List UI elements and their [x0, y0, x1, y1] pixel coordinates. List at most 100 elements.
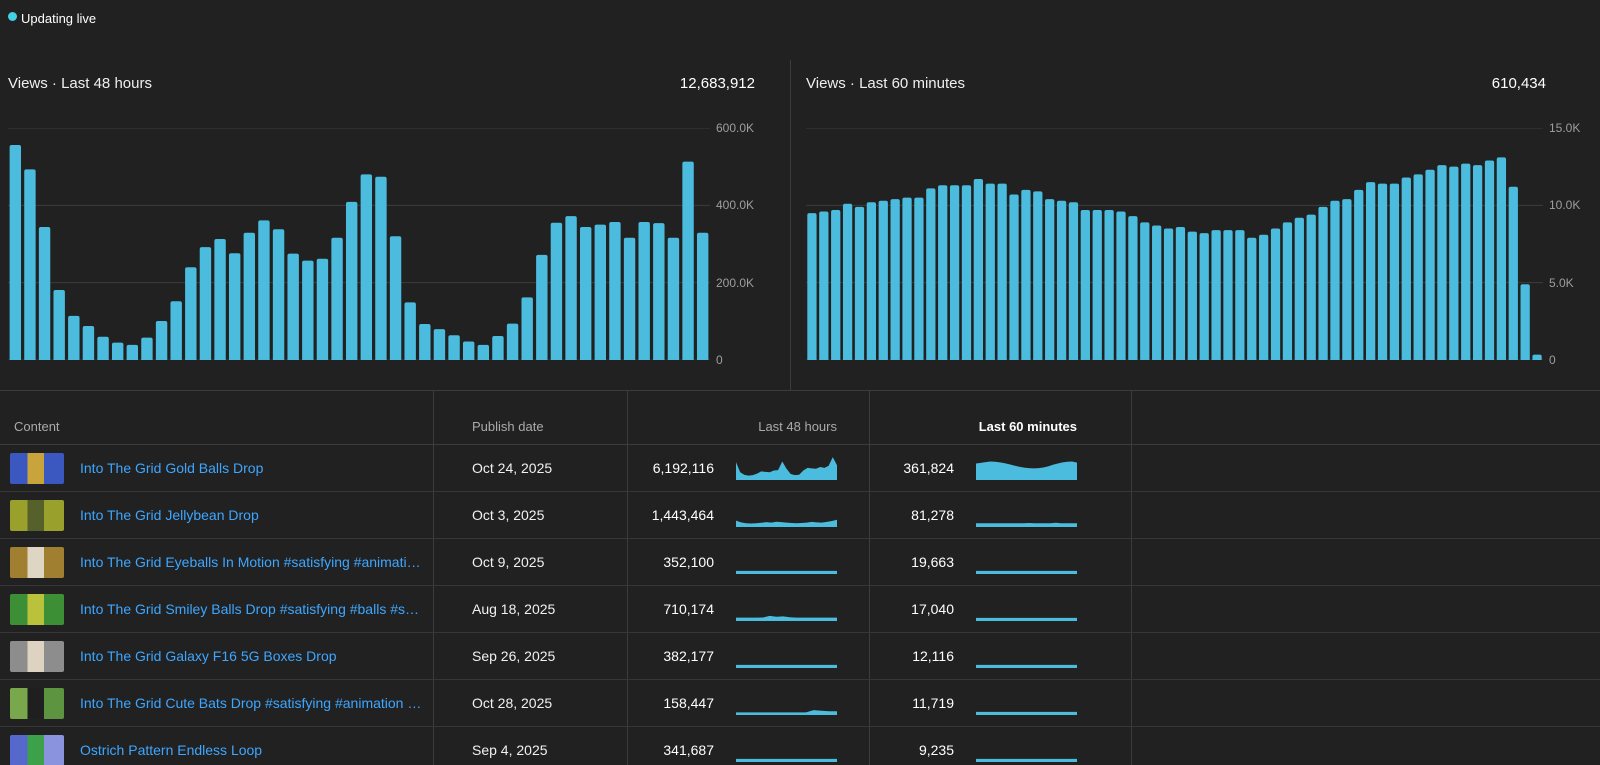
video-thumbnail[interactable] [10, 452, 64, 484]
chart-body-60m: 15.0K 10.0K 5.0K 0 [806, 121, 1580, 367]
views-60m-cell: 19,663 [870, 539, 1132, 585]
views-48h-value: 341,687 [663, 742, 714, 758]
video-thumbnail[interactable] [10, 687, 64, 719]
content-cell: Into The Grid Cute Bats Drop #satisfying… [0, 680, 434, 726]
sparkline-48h [736, 710, 837, 715]
video-title-link[interactable]: Into The Grid Eyeballs In Motion #satisf… [80, 554, 427, 570]
table-row: Into The Grid Eyeballs In Motion #satisf… [0, 539, 1600, 586]
empty-cell [1132, 539, 1600, 585]
publish-date: Aug 18, 2025 [434, 586, 628, 632]
video-title-link[interactable]: Into The Grid Jellybean Drop [80, 507, 259, 523]
video-title-link[interactable]: Into The Grid Cute Bats Drop #satisfying… [80, 695, 427, 711]
table-row: Into The Grid Galaxy F16 5G Boxes Drop S… [0, 633, 1600, 680]
empty-cell [1132, 492, 1600, 538]
bar-chart-60m[interactable] [806, 128, 1543, 360]
sparkline-60m [976, 711, 1077, 715]
y-tick-label: 10.0K [1549, 198, 1581, 213]
table-row: Into The Grid Gold Balls Drop Oct 24, 20… [0, 445, 1600, 492]
publish-date: Oct 24, 2025 [434, 445, 628, 491]
publish-date: Oct 3, 2025 [434, 492, 628, 538]
sparkline-48h [736, 519, 837, 527]
video-title-link[interactable]: Ostrich Pattern Endless Loop [80, 742, 262, 758]
column-header-empty [1132, 391, 1600, 444]
y-tick-label: 0 [716, 353, 723, 367]
chart-body-48h: 600.0K 400.0K 200.0K 0 [8, 121, 755, 367]
y-tick-label: 400.0K [716, 198, 755, 213]
chart-title-60m: Views · Last 60 minutes [806, 75, 965, 92]
y-axis-labels-60m: 15.0K 10.0K 5.0K 0 [1543, 121, 1600, 367]
chart-total-60m: 610,434 [1491, 75, 1546, 92]
content-cell: Into The Grid Galaxy F16 5G Boxes Drop [0, 633, 434, 679]
chart-total-48h: 12,683,912 [679, 75, 755, 92]
live-indicator: Updating live [8, 11, 96, 26]
content-cell: Into The Grid Jellybean Drop [0, 492, 434, 538]
sparkline-60m [976, 522, 1077, 527]
views-48h-cell: 6,192,116 [628, 445, 870, 491]
video-thumbnail[interactable] [10, 546, 64, 578]
sparkline-60m [976, 461, 1077, 480]
table-header-row: Content Publish date Last 48 hours Last … [0, 391, 1600, 445]
views-48h-cell: 1,443,464 [628, 492, 870, 538]
views-48h-value: 710,174 [663, 601, 714, 617]
publish-date: Oct 9, 2025 [434, 539, 628, 585]
empty-cell [1132, 445, 1600, 491]
content-cell: Into The Grid Gold Balls Drop [0, 445, 434, 491]
empty-cell [1132, 633, 1600, 679]
table-row: Into The Grid Jellybean Drop Oct 3, 2025… [0, 492, 1600, 539]
table-row: Into The Grid Smiley Balls Drop #satisfy… [0, 586, 1600, 633]
chart-panel-60m: Views · Last 60 minutes 610,434 15.0K 10.… [790, 60, 1600, 390]
chart-head-48h: Views · Last 48 hours 12,683,912 [8, 75, 755, 95]
y-tick-label: 600.0K [716, 121, 755, 135]
views-60m-cell: 12,116 [870, 633, 1132, 679]
sparkline-60m [976, 617, 1077, 621]
content-cell: Into The Grid Smiley Balls Drop #satisfy… [0, 586, 434, 632]
live-label: Updating live [21, 11, 97, 26]
views-48h-cell: 158,447 [628, 680, 870, 726]
views-48h-cell: 710,174 [628, 586, 870, 632]
video-thumbnail[interactable] [10, 593, 64, 625]
views-48h-cell: 352,100 [628, 539, 870, 585]
chart-title-48h: Views · Last 48 hours [8, 75, 152, 92]
views-48h-value: 352,100 [663, 554, 714, 570]
views-48h-value: 382,177 [663, 648, 714, 664]
bar-chart-48h[interactable] [8, 128, 710, 360]
video-title-link[interactable]: Into The Grid Gold Balls Drop [80, 460, 263, 476]
publish-date: Sep 4, 2025 [434, 727, 628, 765]
column-header-content: Content [0, 391, 434, 444]
views-60m-cell: 9,235 [870, 727, 1132, 765]
sparkline-60m [976, 664, 1077, 668]
video-thumbnail[interactable] [10, 640, 64, 672]
video-title-link[interactable]: Into The Grid Galaxy F16 5G Boxes Drop [80, 648, 337, 664]
table-row: Into The Grid Cute Bats Drop #satisfying… [0, 680, 1600, 727]
realtime-charts-section: Views · Last 48 hours 12,683,912 600.0K 4… [0, 60, 1600, 390]
y-tick-label: 0 [1549, 353, 1556, 367]
live-dot-icon [8, 12, 17, 21]
video-thumbnail[interactable] [10, 734, 64, 765]
views-60m-value: 11,719 [912, 695, 954, 711]
views-48h-cell: 341,687 [628, 727, 870, 765]
views-60m-value: 361,824 [903, 460, 954, 476]
views-60m-cell: 11,719 [870, 680, 1132, 726]
views-60m-value: 19,663 [911, 554, 954, 570]
content-cell: Ostrich Pattern Endless Loop [0, 727, 434, 765]
video-title-link[interactable]: Into The Grid Smiley Balls Drop #satisfy… [80, 601, 427, 617]
video-thumbnail[interactable] [10, 499, 64, 531]
views-60m-value: 81,278 [911, 507, 954, 523]
views-60m-cell: 361,824 [870, 445, 1132, 491]
views-48h-cell: 382,177 [628, 633, 870, 679]
column-header-last-60-minutes: Last 60 minutes [870, 391, 1132, 444]
sparkline-48h [736, 758, 837, 762]
empty-cell [1132, 586, 1600, 632]
content-cell: Into The Grid Eyeballs In Motion #satisf… [0, 539, 434, 585]
sparkline-48h [736, 615, 837, 621]
column-header-publish-date: Publish date [434, 391, 628, 444]
sparkline-48h [736, 664, 837, 668]
sparkline-48h [736, 570, 837, 574]
views-60m-cell: 81,278 [870, 492, 1132, 538]
publish-date: Oct 28, 2025 [434, 680, 628, 726]
y-axis-labels-48h: 600.0K 400.0K 200.0K 0 [710, 121, 790, 367]
y-tick-label: 5.0K [1549, 275, 1574, 290]
y-tick-label: 15.0K [1549, 121, 1581, 135]
chart-head-60m: Views · Last 60 minutes 610,434 [806, 75, 1546, 95]
chart-panel-48h: Views · Last 48 hours 12,683,912 600.0K 4… [0, 60, 790, 390]
